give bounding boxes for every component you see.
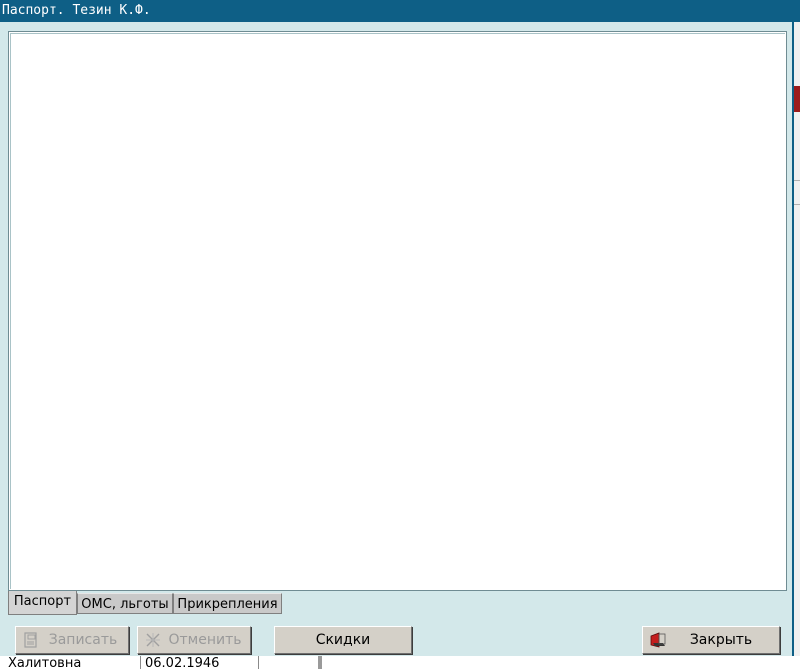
title-bar[interactable]: Паспорт. Тезин К.Ф.: [0, 0, 800, 22]
discounts-button-label: Скидки: [315, 632, 371, 648]
tab-oms-benefits[interactable]: ОМС, льготы: [77, 593, 173, 614]
cancel-button[interactable]: Отменить: [137, 626, 251, 654]
tab-oms-benefits-label: ОМС, льготы: [81, 597, 169, 612]
passport-dialog: Паспорт ОМС, льготы Прикрепления Записат…: [0, 22, 794, 656]
save-button-label: Записать: [48, 632, 118, 648]
save-button[interactable]: Записать: [15, 626, 129, 654]
close-button[interactable]: Закрыть: [642, 626, 780, 654]
tab-passport-label: Паспорт: [13, 594, 72, 609]
background-cell-divider: [318, 656, 322, 669]
tab-attachments[interactable]: Прикрепления: [173, 593, 282, 614]
discounts-button[interactable]: Скидки: [274, 626, 412, 654]
tab-passport[interactable]: Паспорт: [8, 591, 77, 615]
background-cell-divider: [258, 656, 259, 669]
background-row: [0, 656, 800, 669]
background-cell-divider: [140, 656, 141, 669]
close-button-label: Закрыть: [689, 632, 753, 648]
tab-attachments-label: Прикрепления: [177, 597, 278, 612]
window-title: Паспорт. Тезин К.Ф.: [2, 3, 151, 18]
tab-content-panel: [8, 31, 787, 591]
cancel-button-label: Отменить: [168, 632, 242, 648]
background-red-strip: [794, 86, 800, 112]
